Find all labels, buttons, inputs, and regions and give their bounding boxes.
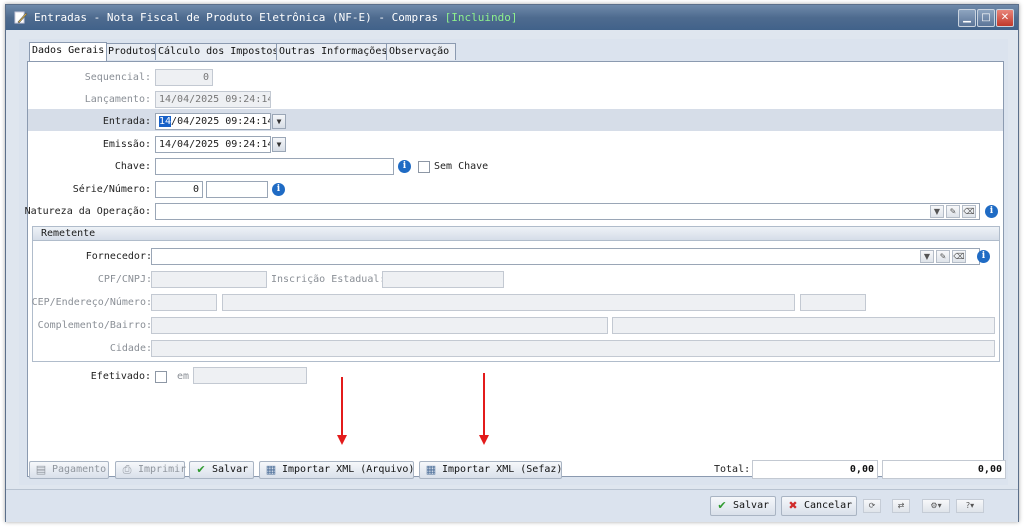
document-edit-icon bbox=[14, 11, 28, 24]
cep-endereco-label: CEP/Endereço/Número: bbox=[31, 297, 152, 308]
sem-chave-label: Sem Chave bbox=[434, 161, 489, 172]
annotation-arrowhead-1 bbox=[337, 435, 347, 445]
transfer-icon[interactable]: ⇄ bbox=[892, 499, 910, 513]
tab-produtos[interactable]: Produtos bbox=[105, 43, 157, 60]
lancamento-field: 14/04/2025 09:24:14 bbox=[155, 91, 271, 108]
total-field-2: 0,00 bbox=[882, 460, 1006, 479]
window-title: Entradas - Nota Fiscal de Produto Eletrô… bbox=[34, 11, 518, 24]
tab-outras-informacoes[interactable]: Outras Informações bbox=[276, 43, 388, 60]
importar-xml-arquivo-button[interactable]: ▦ Importar XML (Arquivo) bbox=[259, 461, 414, 479]
close-button[interactable]: ✕ bbox=[996, 9, 1014, 27]
nfe-window: Entradas - Nota Fiscal de Produto Eletrô… bbox=[5, 4, 1019, 522]
fornecedor-clear-icon[interactable]: ⌫ bbox=[952, 250, 966, 263]
numero-endereco-field bbox=[800, 294, 866, 311]
xml-file-icon: ▦ bbox=[265, 463, 277, 476]
cidade-label: Cidade: bbox=[109, 343, 152, 354]
cidade-field bbox=[151, 340, 995, 357]
natureza-dropdown-icon[interactable]: ▼ bbox=[930, 205, 944, 218]
refresh-icon[interactable]: ⟳ bbox=[863, 499, 881, 513]
remetente-group: Remetente Fornecedor: ▼ ✎ ⌫ i CPF/CNPJ: … bbox=[32, 226, 1000, 362]
footer-checkmark-icon: ✔ bbox=[717, 499, 727, 512]
annotation-arrow-1 bbox=[341, 377, 343, 437]
entrada-label: Entrada: bbox=[102, 116, 151, 127]
remetente-header: Remetente bbox=[33, 227, 999, 241]
fornecedor-info-icon[interactable]: i bbox=[977, 250, 990, 263]
inscricao-estadual-field bbox=[382, 271, 504, 288]
sequencial-field: 0 bbox=[155, 69, 213, 86]
annotation-arrowhead-2 bbox=[479, 435, 489, 445]
imprimir-button[interactable]: ⎙ Imprimir bbox=[115, 461, 186, 479]
tab-observacao[interactable]: Observação bbox=[386, 43, 456, 60]
tab-calculo-impostos[interactable]: Cálculo dos Impostos bbox=[155, 43, 278, 60]
xml-sefaz-icon: ▦ bbox=[425, 463, 437, 476]
importar-xml-sefaz-button[interactable]: ▦ Importar XML (Sefaz) bbox=[419, 461, 562, 479]
pagamento-button[interactable]: ▤ Pagamento bbox=[29, 461, 109, 479]
content-area: Dados Gerais Produtos Cálculo dos Impost… bbox=[19, 39, 1008, 485]
endereco-field bbox=[222, 294, 795, 311]
complemento-bairro-label: Complemento/Bairro: bbox=[37, 320, 152, 331]
lancamento-label: Lançamento: bbox=[84, 94, 151, 105]
salvar-button[interactable]: ✔ Salvar bbox=[189, 461, 254, 479]
efetivado-label: Efetivado: bbox=[90, 371, 151, 382]
cep-field bbox=[151, 294, 217, 311]
annotation-arrow-2 bbox=[483, 373, 485, 436]
fornecedor-dropdown-icon[interactable]: ▼ bbox=[920, 250, 934, 263]
bottom-toolbar: ✔ Salvar ✖ Cancelar ⟳ ⇄ ⚙▾ ?▾ bbox=[6, 489, 1018, 522]
footer-cancelar-button[interactable]: ✖ Cancelar bbox=[781, 496, 857, 516]
emissao-date-input[interactable]: 14/04/2025 09:24:14 bbox=[155, 136, 271, 153]
payment-icon: ▤ bbox=[35, 463, 47, 476]
serie-input[interactable]: 0 bbox=[155, 181, 203, 198]
minimize-button[interactable]: ▁ bbox=[958, 9, 976, 27]
natureza-label: Natureza da Operação: bbox=[24, 206, 151, 217]
emissao-dropdown-button[interactable]: ▼ bbox=[272, 137, 286, 152]
serie-info-icon[interactable]: i bbox=[272, 183, 285, 196]
numero-input[interactable] bbox=[206, 181, 268, 198]
cpf-cnpj-label: CPF/CNPJ: bbox=[97, 274, 152, 285]
fornecedor-input[interactable] bbox=[151, 248, 980, 265]
cpf-cnpj-field bbox=[151, 271, 267, 288]
sem-chave-checkbox[interactable] bbox=[418, 161, 430, 173]
efetivado-date-field bbox=[193, 367, 307, 384]
inscricao-estadual-label: Inscrição Estadual: bbox=[271, 274, 386, 285]
bairro-field bbox=[612, 317, 995, 334]
title-bar: Entradas - Nota Fiscal de Produto Eletrô… bbox=[6, 5, 1018, 30]
chave-input[interactable] bbox=[155, 158, 394, 175]
natureza-info-icon[interactable]: i bbox=[985, 205, 998, 218]
cancel-x-icon: ✖ bbox=[788, 499, 798, 512]
fornecedor-label: Fornecedor: bbox=[85, 251, 152, 262]
fornecedor-edit-icon[interactable]: ✎ bbox=[936, 250, 950, 263]
total-label: Total: bbox=[714, 464, 751, 475]
entrada-dropdown-button[interactable]: ▼ bbox=[272, 114, 286, 129]
natureza-input[interactable] bbox=[155, 203, 980, 220]
sequencial-label: Sequencial: bbox=[84, 72, 151, 83]
total-field-1: 0,00 bbox=[752, 460, 878, 479]
efetivado-checkbox[interactable] bbox=[155, 371, 167, 383]
entrada-date-input[interactable]: 14/04/2025 09:24:14 bbox=[155, 113, 271, 130]
emissao-label: Emissão: bbox=[102, 139, 151, 150]
settings-gear-icon[interactable]: ⚙▾ bbox=[922, 499, 950, 513]
tab-dados-gerais[interactable]: Dados Gerais bbox=[29, 42, 107, 61]
footer-salvar-button[interactable]: ✔ Salvar bbox=[710, 496, 776, 516]
efetivado-em-label: em bbox=[177, 371, 190, 382]
printer-icon: ⎙ bbox=[122, 463, 132, 476]
complemento-field bbox=[151, 317, 608, 334]
dados-gerais-panel: Sequencial: 0 Lançamento: 14/04/2025 09:… bbox=[24, 61, 1004, 477]
chave-info-icon[interactable]: i bbox=[398, 160, 411, 173]
entrada-selected-text: 14 bbox=[159, 116, 172, 127]
window-state: [Incluindo] bbox=[444, 11, 518, 24]
help-icon[interactable]: ?▾ bbox=[956, 499, 984, 513]
checkmark-icon: ✔ bbox=[196, 463, 206, 476]
natureza-clear-icon[interactable]: ⌫ bbox=[962, 205, 976, 218]
natureza-edit-icon[interactable]: ✎ bbox=[946, 205, 960, 218]
maximize-button[interactable]: □ bbox=[977, 9, 995, 27]
chave-label: Chave: bbox=[114, 161, 151, 172]
serie-numero-label: Série/Número: bbox=[72, 184, 151, 195]
